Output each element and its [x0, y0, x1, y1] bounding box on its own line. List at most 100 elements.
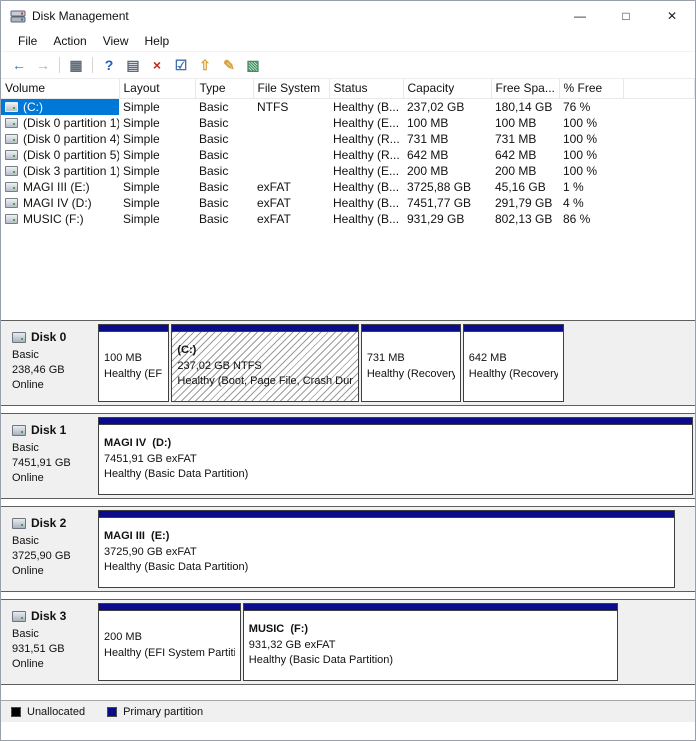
properties-icon[interactable]: ☑ — [169, 54, 193, 76]
volume-row[interactable]: (Disk 0 partition 1)SimpleBasicHealthy (… — [1, 115, 695, 131]
disk-type: Basic — [12, 627, 92, 642]
volume-cell: Simple — [119, 115, 195, 131]
volume-row[interactable]: (C:)SimpleBasicNTFSHealthy (B...237,02 G… — [1, 99, 695, 116]
minimize-button[interactable]: — — [557, 1, 603, 31]
volume-cell: Basic — [195, 163, 253, 179]
disk-header[interactable]: Disk 3Basic931,51 GBOnline — [1, 600, 96, 684]
partition-size: 7451,91 GB exFAT — [104, 452, 687, 468]
disk-row: Disk 2Basic3725,90 GBOnlineMAGI III (E:)… — [1, 506, 695, 592]
volume-name-cell: (Disk 3 partition 1) — [1, 163, 119, 179]
disk-header[interactable]: Disk 2Basic3725,90 GBOnline — [1, 507, 96, 591]
volume-name-text: MAGI III (E:) — [23, 180, 90, 194]
volume-cell: 100 MB — [403, 115, 491, 131]
partition[interactable]: MUSIC (F:)931,32 GB exFATHealthy (Basic … — [243, 603, 618, 681]
menu-view[interactable]: View — [95, 32, 137, 50]
help-icon[interactable]: ? — [97, 54, 121, 76]
partition[interactable]: 731 MBHealthy (Recovery — [361, 324, 461, 402]
volume-cell — [623, 99, 695, 116]
partition[interactable]: MAGI IV (D:)7451,91 GB exFATHealthy (Bas… — [98, 417, 693, 495]
volume-cell: 802,13 GB — [491, 211, 559, 227]
volume-cell: Basic — [195, 115, 253, 131]
open-folder-icon[interactable]: ⇧ — [193, 54, 217, 76]
volume-name-text: MAGI IV (D:) — [23, 196, 92, 210]
volume-row[interactable]: MUSIC (F:)SimpleBasicexFATHealthy (B...9… — [1, 211, 695, 227]
volume-row[interactable]: MAGI IV (D:)SimpleBasicexFATHealthy (B..… — [1, 195, 695, 211]
volume-cell: Basic — [195, 99, 253, 116]
maximize-button[interactable]: □ — [603, 1, 649, 31]
volume-cell: 200 MB — [491, 163, 559, 179]
partition-type-strip — [99, 325, 168, 332]
delete-volume-icon[interactable]: × — [145, 54, 169, 76]
column-header-capacity[interactable]: Capacity — [403, 79, 491, 99]
volume-cell: 100 % — [559, 147, 623, 163]
partition-size: 100 MB — [104, 351, 163, 367]
partition-type-strip — [172, 325, 357, 332]
volume-name-text: (Disk 0 partition 1) — [23, 116, 119, 130]
partition-type-strip — [99, 511, 674, 518]
volume-cell: Basic — [195, 195, 253, 211]
partition-title: (C:) — [177, 343, 352, 359]
legend-bar: UnallocatedPrimary partition — [1, 700, 695, 722]
volume-name-text: MUSIC (F:) — [23, 212, 84, 226]
column-header-volume[interactable]: Volume — [1, 79, 119, 99]
volume-row[interactable]: (Disk 0 partition 4)SimpleBasicHealthy (… — [1, 131, 695, 147]
legend-item: Primary partition — [107, 706, 203, 718]
partition-status: Healthy (Basic Data Partition) — [104, 560, 669, 576]
column-header-free-spa[interactable]: Free Spa... — [491, 79, 559, 99]
partition[interactable]: 642 MBHealthy (Recovery — [463, 324, 564, 402]
action-pane-icon[interactable]: ▤ — [121, 54, 145, 76]
change-letter-icon[interactable]: ✎ — [217, 54, 241, 76]
partition-body: (C:)237,02 GB NTFSHealthy (Boot, Page Fi… — [172, 332, 357, 401]
forward-icon[interactable]: → — [31, 54, 55, 76]
console-tree-icon[interactable]: ▦ — [64, 54, 88, 76]
disk-header[interactable]: Disk 1Basic7451,91 GBOnline — [1, 414, 96, 498]
volume-cell: 642 MB — [403, 147, 491, 163]
volume-cell: Healthy (B... — [329, 179, 403, 195]
menu-action[interactable]: Action — [45, 32, 94, 50]
disk-name-text: Disk 1 — [31, 422, 66, 438]
partition-status: Healthy (Boot, Page File, Crash Dum — [177, 374, 352, 390]
disk-size: 931,51 GB — [12, 642, 92, 657]
volume-cell: Basic — [195, 147, 253, 163]
close-button[interactable]: ✕ — [649, 1, 695, 31]
partition[interactable]: 200 MBHealthy (EFI System Partiti — [98, 603, 241, 681]
partition[interactable]: (C:)237,02 GB NTFSHealthy (Boot, Page Fi… — [171, 324, 358, 402]
volume-row[interactable]: (Disk 3 partition 1)SimpleBasicHealthy (… — [1, 163, 695, 179]
volume-cell: Basic — [195, 179, 253, 195]
partition-size: 200 MB — [104, 630, 235, 646]
column-header-free[interactable]: % Free — [559, 79, 623, 99]
column-header-layout[interactable]: Layout — [119, 79, 195, 99]
volume-name-cell: MAGI III (E:) — [1, 179, 119, 195]
volume-cell: 4 % — [559, 195, 623, 211]
menu-help[interactable]: Help — [137, 32, 178, 50]
volume-cell — [623, 131, 695, 147]
back-icon[interactable]: ← — [7, 54, 31, 76]
disk-status: Online — [12, 657, 92, 672]
volume-cell: 100 % — [559, 163, 623, 179]
partition[interactable]: MAGI III (E:)3725,90 GB exFATHealthy (Ba… — [98, 510, 675, 588]
legend-swatch — [11, 707, 21, 717]
disk-header[interactable]: Disk 0Basic238,46 GBOnline — [1, 321, 96, 405]
column-header-status[interactable]: Status — [329, 79, 403, 99]
partition-body: MAGI IV (D:)7451,91 GB exFATHealthy (Bas… — [99, 425, 692, 494]
volume-cell: 3725,88 GB — [403, 179, 491, 195]
volume-cell — [253, 163, 329, 179]
volume-cell: exFAT — [253, 195, 329, 211]
volume-cell: Basic — [195, 211, 253, 227]
volume-icon — [5, 134, 18, 144]
partition-size: 3725,90 GB exFAT — [104, 545, 669, 561]
volume-name-text: (C:) — [23, 100, 43, 114]
disk-title: Disk 0 — [12, 329, 92, 345]
column-header-type[interactable]: Type — [195, 79, 253, 99]
column-header-file-system[interactable]: File System — [253, 79, 329, 99]
volume-cell — [623, 195, 695, 211]
partition[interactable]: 100 MBHealthy (EF — [98, 324, 169, 402]
volume-row[interactable]: MAGI III (E:)SimpleBasicexFATHealthy (B.… — [1, 179, 695, 195]
menu-file[interactable]: File — [10, 32, 45, 50]
volume-cell: 731 MB — [491, 131, 559, 147]
volume-row[interactable]: (Disk 0 partition 5)SimpleBasicHealthy (… — [1, 147, 695, 163]
disk-size: 3725,90 GB — [12, 549, 92, 564]
partition-type-strip — [464, 325, 563, 332]
rescan-icon[interactable]: ▧ — [241, 54, 265, 76]
partition-status: Healthy (Recovery — [469, 367, 558, 383]
